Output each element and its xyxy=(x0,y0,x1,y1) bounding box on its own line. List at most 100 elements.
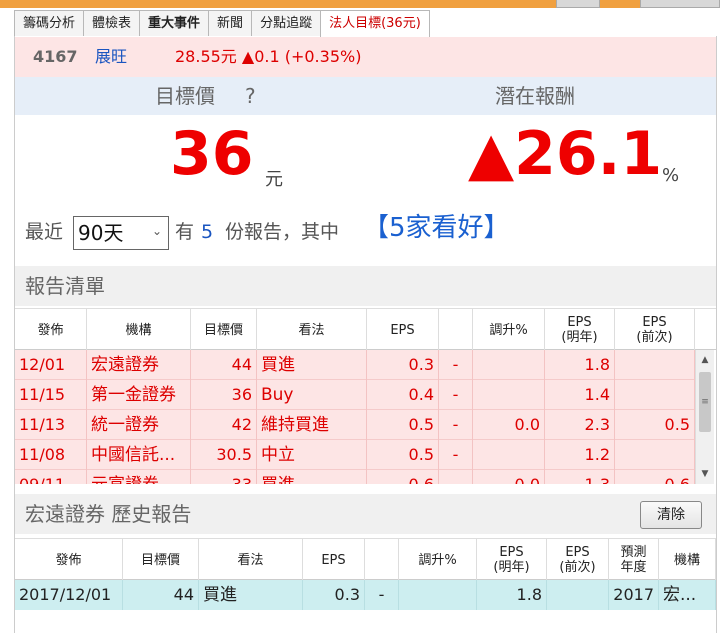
col-header[interactable] xyxy=(365,539,399,581)
cell-eps-next: 1.4 xyxy=(545,380,615,410)
cell-eps: 0.5 xyxy=(367,440,439,470)
target-price-value: 36 xyxy=(170,119,254,189)
col-header[interactable]: 機構 xyxy=(87,309,191,351)
filter-suffix: 份報告，其中 xyxy=(225,221,340,243)
report-row[interactable]: 09/11元富證券33買進0.6-0.01.30.6 xyxy=(15,470,695,484)
cell-view: Buy xyxy=(257,380,367,410)
col-header[interactable]: 目標價 xyxy=(123,539,199,581)
cell-raise xyxy=(473,350,545,380)
report-list-title: 報告清單 xyxy=(15,266,716,306)
col-header[interactable]: EPS (明年) xyxy=(477,539,547,581)
col-header[interactable]: 目標價 xyxy=(191,309,257,351)
col-header[interactable]: 調升% xyxy=(473,309,545,351)
cell-eps: 0.3 xyxy=(367,350,439,380)
cell-institution: 宏... xyxy=(659,580,716,610)
col-header[interactable]: 調升% xyxy=(399,539,477,581)
col-header[interactable]: EPS xyxy=(303,539,365,581)
cell-view: 中立 xyxy=(257,440,367,470)
cell-eps: 0.3 xyxy=(303,580,365,610)
col-header[interactable]: 看法 xyxy=(257,309,367,351)
target-price-label: 目標價 xyxy=(155,84,215,108)
cell-institution: 統一證券 xyxy=(87,410,191,440)
cell-date: 12/01 xyxy=(15,350,87,380)
tab-chip-analysis[interactable]: 籌碼分析 xyxy=(14,10,85,36)
filter-prefix: 最近 xyxy=(25,221,64,243)
cell-flag: - xyxy=(439,410,473,440)
cell-target: 30.5 xyxy=(191,440,257,470)
stock-header: 4167 展旺 28.55元 ▲0.1 (+0.35%) xyxy=(15,37,716,77)
cell-eps: 0.4 xyxy=(367,380,439,410)
cell-flag: - xyxy=(365,580,399,610)
history-header: 發佈 目標價 看法 EPS 調升% EPS (明年) EPS (前次) 預測 年… xyxy=(15,538,716,581)
potential-return-value: ▲26.1 xyxy=(468,119,663,189)
report-row[interactable]: 11/13 統一證券 42 維持買進 0.5-0.0 2.3 0.5 xyxy=(15,410,695,440)
tab-news[interactable]: 新聞 xyxy=(208,10,253,36)
history-row[interactable]: 2017/12/01 44 買進 0.3 - 1.8 2017 宏... xyxy=(15,580,716,610)
scroll-thumb[interactable]: ≡ xyxy=(699,372,711,432)
triangle-down-icon[interactable]: ▼ xyxy=(696,466,714,482)
cell-eps: 0.5 xyxy=(367,410,439,440)
tab-health-check[interactable]: 體檢表 xyxy=(83,10,141,36)
col-header[interactable]: 預測 年度 xyxy=(609,539,659,581)
report-list-scrollbar[interactable]: ▲ ≡ ▼ xyxy=(695,350,714,484)
col-header[interactable]: 機構 xyxy=(659,539,716,581)
cell-view: 買進 xyxy=(199,580,303,610)
cell-eps-prev xyxy=(615,440,695,470)
bullish-count: 【5家看好】 xyxy=(363,213,510,243)
col-header[interactable]: 發佈 xyxy=(15,309,87,351)
cell-raise xyxy=(399,580,477,610)
window-control[interactable] xyxy=(556,0,600,8)
cell-raise xyxy=(473,380,545,410)
cell-date: 09/11 xyxy=(15,470,87,484)
clear-button[interactable]: 清除 xyxy=(640,501,702,529)
cell-date: 11/13 xyxy=(15,410,87,440)
cell-view: 維持買進 xyxy=(257,410,367,440)
cell-eps-next: 1.3 xyxy=(545,470,615,484)
window-control[interactable] xyxy=(640,0,720,8)
cell-date: 11/08 xyxy=(15,440,87,470)
cell-flag: - xyxy=(439,440,473,470)
col-header[interactable]: EPS (前次) xyxy=(615,309,695,351)
cell-date: 11/15 xyxy=(15,380,87,410)
report-count: 5 xyxy=(201,221,214,243)
col-header[interactable]: EPS (明年) xyxy=(545,309,615,351)
tab-branch-tracking[interactable]: 分點追蹤 xyxy=(251,10,322,36)
col-header[interactable]: EPS xyxy=(367,309,439,351)
cell-eps: 0.6 xyxy=(367,470,439,484)
tab-bar: 籌碼分析 體檢表 重大事件 新聞 分點追蹤 法人目標(36元) xyxy=(14,10,430,38)
stock-code: 4167 xyxy=(33,47,78,66)
cell-institution: 中國信託... xyxy=(87,440,191,470)
cell-flag: - xyxy=(439,380,473,410)
tab-institutional-target[interactable]: 法人目標(36元) xyxy=(320,10,430,38)
cell-eps-prev: 0.6 xyxy=(615,470,695,484)
cell-flag: - xyxy=(439,350,473,380)
stock-name[interactable]: 展旺 xyxy=(95,37,127,77)
period-select[interactable]: 90天 ⌄ xyxy=(73,216,169,250)
tab-major-events[interactable]: 重大事件 xyxy=(139,10,210,36)
cell-eps-prev xyxy=(615,380,695,410)
cell-eps-next: 1.8 xyxy=(477,580,547,610)
help-icon[interactable]: ? xyxy=(245,77,256,115)
col-header[interactable] xyxy=(439,309,473,351)
stock-price-change: 28.55元 ▲0.1 (+0.35%) xyxy=(175,47,362,66)
cell-target: 44 xyxy=(123,580,199,610)
cell-eps-prev xyxy=(615,350,695,380)
report-row[interactable]: 11/08 中國信託... 30.5 中立 0.5- 1.2 xyxy=(15,440,695,470)
cell-eps-next: 1.8 xyxy=(545,350,615,380)
col-header[interactable]: 發佈 xyxy=(15,539,123,581)
report-list-table: 12/01 宏遠證券 44 買進 0.3-1.8 11/15 第一金證券 36 Buy 0.4-1… xyxy=(15,350,716,484)
history-title: 宏遠證券 歷史報告 xyxy=(15,494,716,534)
triangle-up-icon[interactable]: ▲ xyxy=(696,352,714,368)
period-select-value: 90天 xyxy=(78,221,124,245)
cell-eps-next: 1.2 xyxy=(545,440,615,470)
potential-return-unit: % xyxy=(662,165,680,186)
cell-institution: 元富證券 xyxy=(87,470,191,484)
cell-institution: 宏遠證券 xyxy=(87,350,191,380)
cell-raise: 0.0 xyxy=(473,470,545,484)
report-row[interactable]: 11/15 第一金證券 36 Buy 0.4- 1.4 xyxy=(15,380,695,410)
target-price-unit: 元 xyxy=(265,169,283,190)
col-header[interactable]: 看法 xyxy=(199,539,303,581)
cell-date: 2017/12/01 xyxy=(15,580,123,610)
col-header[interactable]: EPS (前次) xyxy=(547,539,609,581)
report-row[interactable]: 12/01 宏遠證券 44 買進 0.3- 1.8 xyxy=(15,350,695,380)
